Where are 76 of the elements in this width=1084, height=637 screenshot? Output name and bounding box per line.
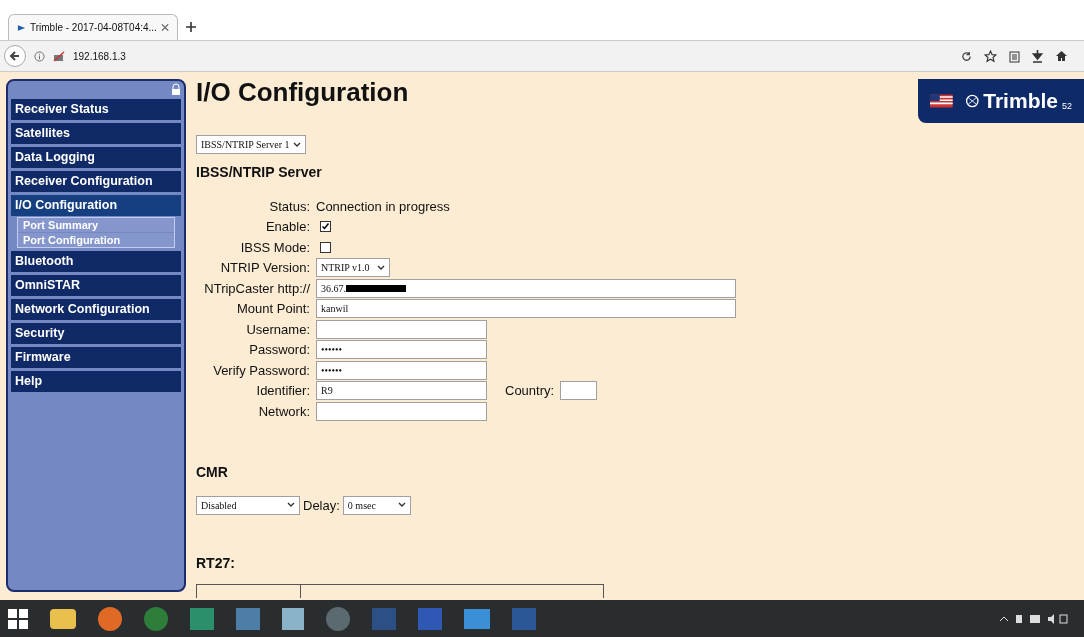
chevron-down-icon (287, 502, 295, 509)
section-title: IBSS/NTRIP Server (196, 163, 323, 182)
version-dropdown[interactable]: NTRIP v1.0 (316, 258, 390, 278)
chevron-down-icon (377, 264, 385, 271)
close-icon[interactable] (160, 23, 169, 32)
new-tab-icon[interactable] (186, 22, 196, 32)
windows-start-icon[interactable] (8, 608, 28, 629)
browser-tab[interactable]: Trimble - 2017-04-08T04:4... (8, 14, 178, 40)
globe-logo-icon (964, 92, 980, 110)
field-label: Password: (248, 341, 311, 359)
home-icon[interactable] (1055, 50, 1068, 62)
input-field[interactable]: R9 (316, 381, 487, 401)
sidebar-item[interactable]: I/O Configuration (11, 195, 181, 216)
input-field[interactable] (316, 401, 487, 421)
input-field[interactable]: •••••• (316, 360, 487, 380)
input-field[interactable] (316, 319, 487, 339)
sidebar-item[interactable]: Bluetooth (11, 251, 181, 272)
sidebar-item[interactable]: Security (11, 323, 181, 344)
field-label: Status: (268, 197, 311, 216)
field-label: Network: (257, 402, 311, 421)
field-label: Delay: (303, 496, 340, 515)
lock-icon (171, 83, 181, 95)
info-icon[interactable] (34, 50, 45, 62)
tab-title: Trimble - 2017-04-08T04:4... (30, 21, 157, 35)
chevron-down-icon (397, 502, 406, 509)
app-icon[interactable] (236, 607, 260, 630)
field-label: Username: (245, 320, 311, 339)
section-title: RT27: (196, 554, 236, 573)
checkbox[interactable] (320, 241, 331, 253)
input-field[interactable] (560, 381, 598, 401)
sidebar-item[interactable]: Satellites (11, 123, 181, 144)
url-text[interactable]: 192.168.1.3 (73, 48, 126, 64)
field-label: Country: (505, 382, 556, 400)
field-label: Mount Point: (236, 300, 311, 318)
field-label: Enable: (264, 218, 311, 236)
status-text: Connection in progress (316, 197, 450, 216)
input-field[interactable]: 36.67. (316, 278, 736, 298)
logo-text: Trimble (983, 88, 1058, 115)
sidebar-item[interactable]: OmniSTAR (11, 275, 181, 296)
field-label: Identifier: (255, 382, 311, 400)
field-label: Verify Password: (212, 361, 311, 380)
folder-icon[interactable] (50, 608, 76, 629)
model-text: 52 (1062, 100, 1072, 114)
sidebar-item[interactable]: Receiver Status (11, 99, 181, 120)
chevron-down-icon (293, 141, 301, 148)
redaction-bar (346, 284, 406, 292)
field-label: IBSS Mode: (239, 238, 311, 257)
input-field[interactable]: kanwil (316, 299, 736, 319)
sidebar-item[interactable]: Firmware (11, 347, 181, 368)
reading-list-icon[interactable] (1009, 49, 1020, 63)
app-icon[interactable] (464, 608, 490, 629)
sidebar-item[interactable]: Receiver Configuration (11, 171, 181, 192)
input-field[interactable]: •••••• (316, 340, 487, 360)
app-icon[interactable] (190, 607, 214, 630)
globe-icon[interactable] (144, 606, 168, 631)
browser-icon[interactable] (98, 606, 122, 631)
cmr-dropdown[interactable]: Disabled (196, 495, 300, 515)
delay-dropdown[interactable]: 0 msec (342, 495, 411, 515)
star-icon[interactable] (984, 49, 997, 63)
insecure-lock-icon (53, 50, 65, 62)
sidebar-item[interactable]: Help (11, 371, 181, 392)
back-arrow-icon (9, 50, 21, 62)
flag-icon (930, 93, 953, 109)
app-icon[interactable] (282, 607, 304, 630)
back-button[interactable] (4, 45, 26, 67)
sidebar-item[interactable]: Data Logging (11, 147, 181, 168)
download-icon[interactable] (1032, 49, 1043, 63)
sidebar-item[interactable]: Network Configuration (11, 299, 181, 320)
tray-icons-drawing (998, 612, 1068, 625)
checkbox[interactable] (320, 221, 331, 233)
field-label: NTripCaster http:// (203, 279, 311, 298)
field-label: NTRIP Version: (219, 259, 311, 277)
page-title: I/O Configuration (196, 76, 409, 109)
reload-icon[interactable] (961, 50, 972, 62)
port-dropdown[interactable]: IBSS/NTRIP Server 1 (196, 135, 306, 154)
section-title: CMR (196, 462, 229, 482)
